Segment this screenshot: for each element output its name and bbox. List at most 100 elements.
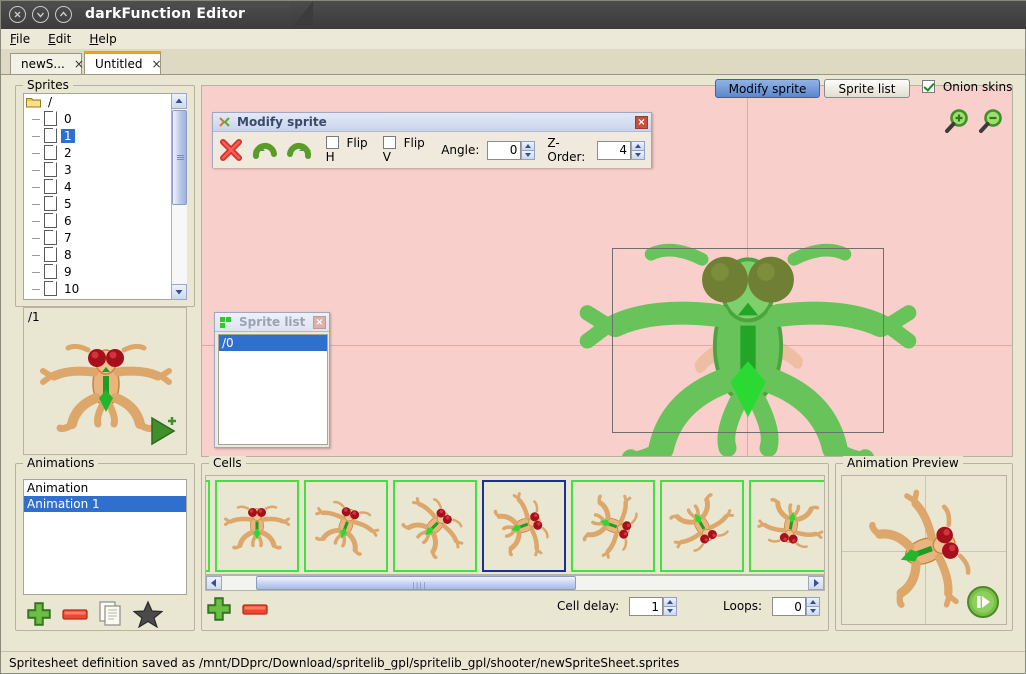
tab-untitled[interactable]: Untitled ×	[84, 51, 162, 74]
scrollbar-grip-icon	[177, 154, 184, 162]
sprite-selection-rect[interactable]	[612, 248, 884, 433]
tree-node-10[interactable]: 10	[24, 281, 186, 298]
angle-increment-button[interactable]	[521, 140, 536, 151]
tree-line	[32, 153, 40, 154]
tree-node-label: 7	[64, 231, 72, 245]
cell-thumbnail[interactable]	[660, 480, 744, 572]
cell-thumbnail[interactable]	[571, 480, 655, 572]
rotate-cw-button[interactable]	[252, 136, 278, 164]
zoom-out-button[interactable]	[978, 108, 1004, 134]
sprites-tree[interactable]: / 0 1 2 3 4 5 6 7 8 9 10	[23, 93, 187, 300]
tree-node-5[interactable]: 5	[24, 196, 186, 213]
tree-node-1[interactable]: 1	[24, 128, 186, 145]
angle-input[interactable]	[487, 140, 522, 160]
scroll-up-arrow[interactable]	[171, 93, 187, 109]
tree-node-6[interactable]: 6	[24, 213, 186, 230]
tree-node-0[interactable]: 0	[24, 111, 186, 128]
tab-close-icon[interactable]: ×	[74, 57, 84, 71]
cell-thumbnail[interactable]	[482, 480, 566, 572]
cell-thumbnail[interactable]	[206, 480, 210, 572]
modify-sprite-close-button[interactable]: ×	[635, 116, 648, 129]
sprite-list-titlebar[interactable]: Sprite list ×	[215, 313, 329, 332]
cell-thumbnail[interactable]	[393, 480, 477, 572]
add-cell-button[interactable]	[205, 595, 233, 623]
cell-thumbnail[interactable]	[304, 480, 388, 572]
rotate-ccw-button[interactable]	[286, 136, 312, 164]
cells-scrollbar[interactable]: ||||	[205, 575, 825, 591]
tree-node-2[interactable]: 2	[24, 145, 186, 162]
zorder-increment-button[interactable]	[631, 140, 645, 151]
tree-node-4[interactable]: 4	[24, 179, 186, 196]
title-bar: darkFunction Editor	[1, 1, 1026, 29]
zorder-input[interactable]	[597, 140, 631, 160]
duplicate-animation-button[interactable]	[97, 600, 125, 628]
flip-v-control[interactable]: Flip V	[382, 136, 427, 164]
zoom-in-button[interactable]	[944, 108, 970, 134]
remove-animation-button[interactable]	[61, 606, 89, 622]
sprite-list-item[interactable]: /0	[219, 335, 327, 351]
tree-root-node[interactable]: /	[24, 94, 186, 111]
animations-listbox[interactable]: Animation Animation 1	[23, 479, 187, 595]
cells-strip[interactable]	[205, 475, 825, 575]
loops-decrement-button[interactable]	[805, 607, 820, 616]
cell-delay-input[interactable]	[629, 597, 664, 616]
flip-h-control[interactable]: Flip H	[325, 136, 371, 164]
menu-file[interactable]: File	[1, 29, 39, 48]
cell-delay-spinner[interactable]	[629, 597, 678, 616]
cell-thumbnail[interactable]	[215, 480, 299, 572]
onion-skins-checkbox[interactable]	[922, 80, 935, 93]
remove-cell-button[interactable]	[241, 601, 269, 617]
zorder-decrement-button[interactable]	[631, 150, 645, 160]
tree-node-3[interactable]: 3	[24, 162, 186, 179]
rotate-counterclockwise-icon	[286, 143, 311, 159]
red-x-icon	[220, 139, 243, 161]
angle-spinner[interactable]	[487, 140, 536, 160]
chevron-up-circle-icon[interactable]	[55, 6, 72, 23]
menu-edit[interactable]: Edit	[39, 29, 80, 48]
add-sprite-to-cell-button[interactable]	[146, 414, 180, 448]
cells-scroll-right-arrow[interactable]	[808, 576, 824, 590]
modify-sprite-toggle-button[interactable]: Modify sprite	[715, 79, 820, 98]
delete-sprite-button[interactable]	[219, 136, 244, 164]
tree-node-9[interactable]: 9	[24, 264, 186, 281]
loops-increment-button[interactable]	[805, 597, 820, 607]
scroll-down-arrow[interactable]	[171, 284, 187, 300]
set-default-animation-button[interactable]	[133, 600, 163, 628]
sprite-list-close-button[interactable]: ×	[313, 316, 326, 329]
sprites-tree-scrollbar[interactable]	[171, 93, 187, 300]
menu-help[interactable]: Help	[80, 29, 125, 48]
modify-sprite-title: Modify sprite	[237, 115, 327, 129]
cells-scrollbar-thumb[interactable]: ||||	[256, 576, 576, 590]
sprite-list-listbox[interactable]: /0	[218, 334, 328, 445]
cells-scroll-left-arrow[interactable]	[206, 576, 222, 590]
sprite-list-dialog[interactable]: Sprite list × /0	[214, 312, 330, 448]
onion-skins-control[interactable]: Onion skins	[922, 80, 1012, 94]
cell-delay-decrement-button[interactable]	[663, 607, 678, 616]
animation-list-item[interactable]: Animation	[24, 480, 186, 496]
animation-preview-viewport[interactable]	[841, 475, 1007, 625]
modify-sprite-titlebar[interactable]: Modify sprite ×	[213, 113, 651, 132]
cell-thumbnail[interactable]	[749, 480, 824, 572]
cell-sprite-image	[757, 497, 824, 549]
flip-h-checkbox[interactable]	[325, 136, 339, 149]
tree-node-7[interactable]: 7	[24, 230, 186, 247]
flip-v-checkbox[interactable]	[382, 136, 396, 149]
loops-input[interactable]	[771, 597, 806, 616]
close-circle-icon[interactable]	[9, 6, 26, 23]
add-animation-button[interactable]	[25, 600, 53, 628]
sprite-list-toggle-button[interactable]: Sprite list	[824, 79, 910, 98]
play-animation-button[interactable]	[966, 585, 1000, 619]
angle-decrement-button[interactable]	[521, 150, 536, 160]
scrollbar-thumb[interactable]	[172, 110, 187, 205]
animation-list-item[interactable]: Animation 1	[24, 496, 186, 512]
loops-spinner[interactable]	[771, 597, 820, 616]
sprite-canvas[interactable]: Modify sprite × Flip H Flip V Angle: 0 Z…	[201, 85, 1013, 457]
tab-close-icon[interactable]: ×	[151, 57, 161, 71]
zorder-spinner[interactable]	[597, 140, 645, 160]
modify-sprite-dialog[interactable]: Modify sprite × Flip H Flip V Angle: 0 Z…	[212, 112, 652, 168]
tree-node-8[interactable]: 8	[24, 247, 186, 264]
cell-delay-increment-button[interactable]	[663, 597, 678, 607]
tab-newsheet[interactable]: newS... ×	[10, 53, 84, 74]
tree-node-label: 3	[64, 163, 72, 177]
chevron-down-circle-icon[interactable]	[32, 6, 49, 23]
